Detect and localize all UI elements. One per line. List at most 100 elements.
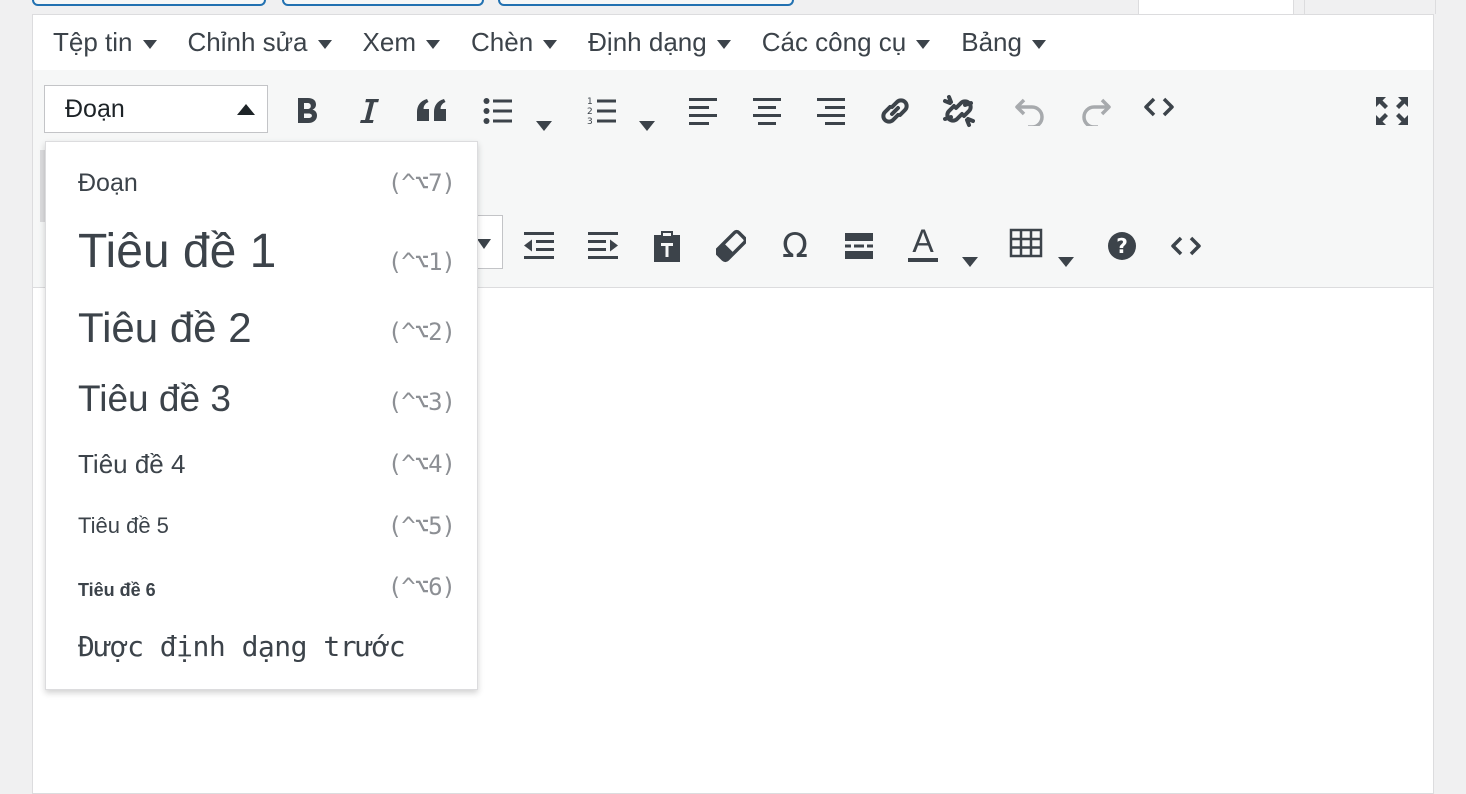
caret-down-icon — [716, 40, 731, 49]
code-icon — [1144, 97, 1174, 117]
redo-icon — [1082, 98, 1111, 126]
format-option-shortcut: (^⌥5) — [387, 512, 456, 540]
editor-tab-active[interactable] — [1138, 0, 1294, 14]
align-left-button[interactable] — [680, 88, 726, 134]
bullet-list-dropdown-icon[interactable] — [536, 121, 552, 131]
code-button[interactable] — [1136, 84, 1182, 130]
read-more-icon — [845, 233, 873, 259]
format-option-shortcut: (^⌥2) — [387, 318, 456, 346]
menu-label: Các công cụ — [761, 27, 907, 57]
unlink-icon — [943, 95, 975, 127]
menu-label: Xem — [362, 27, 416, 57]
blockquote-icon — [417, 99, 446, 121]
format-option-paragraph[interactable]: Đoạn (^⌥7) — [78, 166, 456, 200]
redo-button[interactable] — [1072, 88, 1118, 134]
align-center-icon — [753, 98, 781, 125]
menu-insert[interactable]: Chèn — [471, 27, 558, 58]
format-option-label: Tiêu đề 4 — [78, 448, 186, 479]
format-option-label: Tiêu đề 1 — [78, 224, 277, 278]
format-option-shortcut: (^⌥1) — [387, 248, 456, 276]
menu-edit[interactable]: Chỉnh sửa — [188, 27, 332, 58]
special-character-button[interactable]: Ω — [772, 223, 818, 269]
indent-icon — [588, 232, 618, 259]
format-option-heading-2[interactable]: Tiêu đề 2 (^⌥2) — [78, 303, 456, 353]
caret-down-icon — [317, 40, 332, 49]
menu-view[interactable]: Xem — [363, 27, 440, 58]
table-dropdown-icon[interactable] — [1058, 257, 1074, 267]
outdent-icon — [524, 232, 554, 259]
align-right-icon — [817, 98, 845, 125]
format-option-heading-3[interactable]: Tiêu đề 3 (^⌥3) — [78, 376, 456, 422]
align-left-icon — [689, 98, 717, 125]
undo-button[interactable] — [1008, 88, 1054, 134]
text-color-icon: A — [908, 224, 938, 262]
code-button[interactable] — [1163, 223, 1209, 269]
svg-text:3: 3 — [587, 117, 593, 126]
caret-down-icon — [426, 40, 440, 49]
format-option-label: Được định dạng trước — [78, 629, 406, 663]
text-color-button[interactable]: A — [900, 220, 946, 266]
tab-stub[interactable] — [282, 0, 484, 6]
unlink-button[interactable] — [936, 88, 982, 134]
editor-menubar: Tệp tin Chỉnh sửa Xem Chèn Định dạng Các… — [33, 15, 1433, 71]
menu-tools[interactable]: Các công cụ — [762, 27, 931, 58]
format-option-preformatted[interactable]: Được định dạng trước — [78, 626, 455, 666]
menu-label: Chèn — [471, 27, 534, 57]
link-icon — [881, 98, 909, 124]
format-option-label: Tiêu đề 5 — [78, 513, 169, 538]
menu-format[interactable]: Định dạng — [588, 27, 731, 58]
italic-button[interactable] — [346, 88, 392, 134]
menu-file[interactable]: Tệp tin — [53, 27, 157, 58]
read-more-button[interactable] — [836, 223, 882, 269]
menu-label: Chỉnh sửa — [187, 27, 308, 57]
italic-icon — [360, 99, 379, 123]
svg-text:?: ? — [1116, 234, 1128, 258]
outdent-button[interactable] — [516, 223, 562, 269]
caret-down-icon — [1031, 40, 1046, 49]
fullscreen-button[interactable] — [1369, 88, 1415, 134]
tab-stub[interactable] — [32, 0, 266, 6]
blockquote-button[interactable] — [409, 88, 455, 134]
format-option-label: Tiêu đề 6 — [78, 579, 156, 600]
svg-text:1: 1 — [587, 97, 593, 107]
format-dropdown-menu: Đoạn (^⌥7) Tiêu đề 1 (^⌥1) Tiêu đề 2 (^⌥… — [45, 141, 478, 690]
clear-formatting-icon — [716, 229, 746, 263]
caret-down-icon — [477, 239, 491, 249]
caret-down-icon — [543, 40, 558, 49]
link-button[interactable] — [872, 88, 918, 134]
menu-label: Bảng — [961, 27, 1022, 57]
format-option-heading-5[interactable]: Tiêu đề 5 (^⌥5) — [78, 509, 456, 543]
paste-text-button[interactable] — [644, 223, 690, 269]
align-center-button[interactable] — [744, 88, 790, 134]
menu-label: Định dạng — [588, 27, 707, 57]
format-select-value: Đoạn — [65, 94, 125, 123]
numbered-list-button[interactable]: 123 — [579, 88, 625, 134]
indent-button[interactable] — [580, 223, 626, 269]
undo-icon — [1015, 98, 1044, 126]
format-option-label: Đoạn — [78, 168, 138, 197]
caret-down-icon — [142, 40, 157, 49]
editor-tab[interactable] — [1304, 0, 1436, 14]
align-right-button[interactable] — [808, 88, 854, 134]
format-option-heading-4[interactable]: Tiêu đề 4 (^⌥4) — [78, 446, 456, 482]
menu-label: Tệp tin — [53, 27, 133, 57]
svg-text:2: 2 — [587, 107, 593, 117]
omega-icon: Ω — [782, 226, 808, 266]
text-color-dropdown-icon[interactable] — [962, 257, 978, 267]
format-option-shortcut: (^⌥6) — [387, 573, 456, 601]
format-option-label: Tiêu đề 3 — [78, 378, 231, 419]
table-button[interactable] — [1003, 220, 1049, 266]
format-select[interactable]: Đoạn — [44, 85, 268, 133]
bullet-list-button[interactable] — [475, 88, 521, 134]
bold-button[interactable] — [284, 88, 330, 134]
help-button[interactable]: ? — [1099, 223, 1145, 269]
clear-formatting-button[interactable] — [708, 223, 754, 269]
format-option-heading-1[interactable]: Tiêu đề 1 (^⌥1) — [78, 220, 456, 282]
table-icon — [1009, 228, 1043, 258]
bold-icon — [298, 98, 317, 123]
tab-stub[interactable] — [498, 0, 794, 6]
format-option-heading-6[interactable]: Tiêu đề 6 (^⌥6) — [78, 570, 456, 604]
format-option-label: Tiêu đề 2 — [78, 304, 252, 351]
menu-table[interactable]: Bảng — [961, 27, 1046, 58]
numbered-list-dropdown-icon[interactable] — [639, 121, 655, 131]
